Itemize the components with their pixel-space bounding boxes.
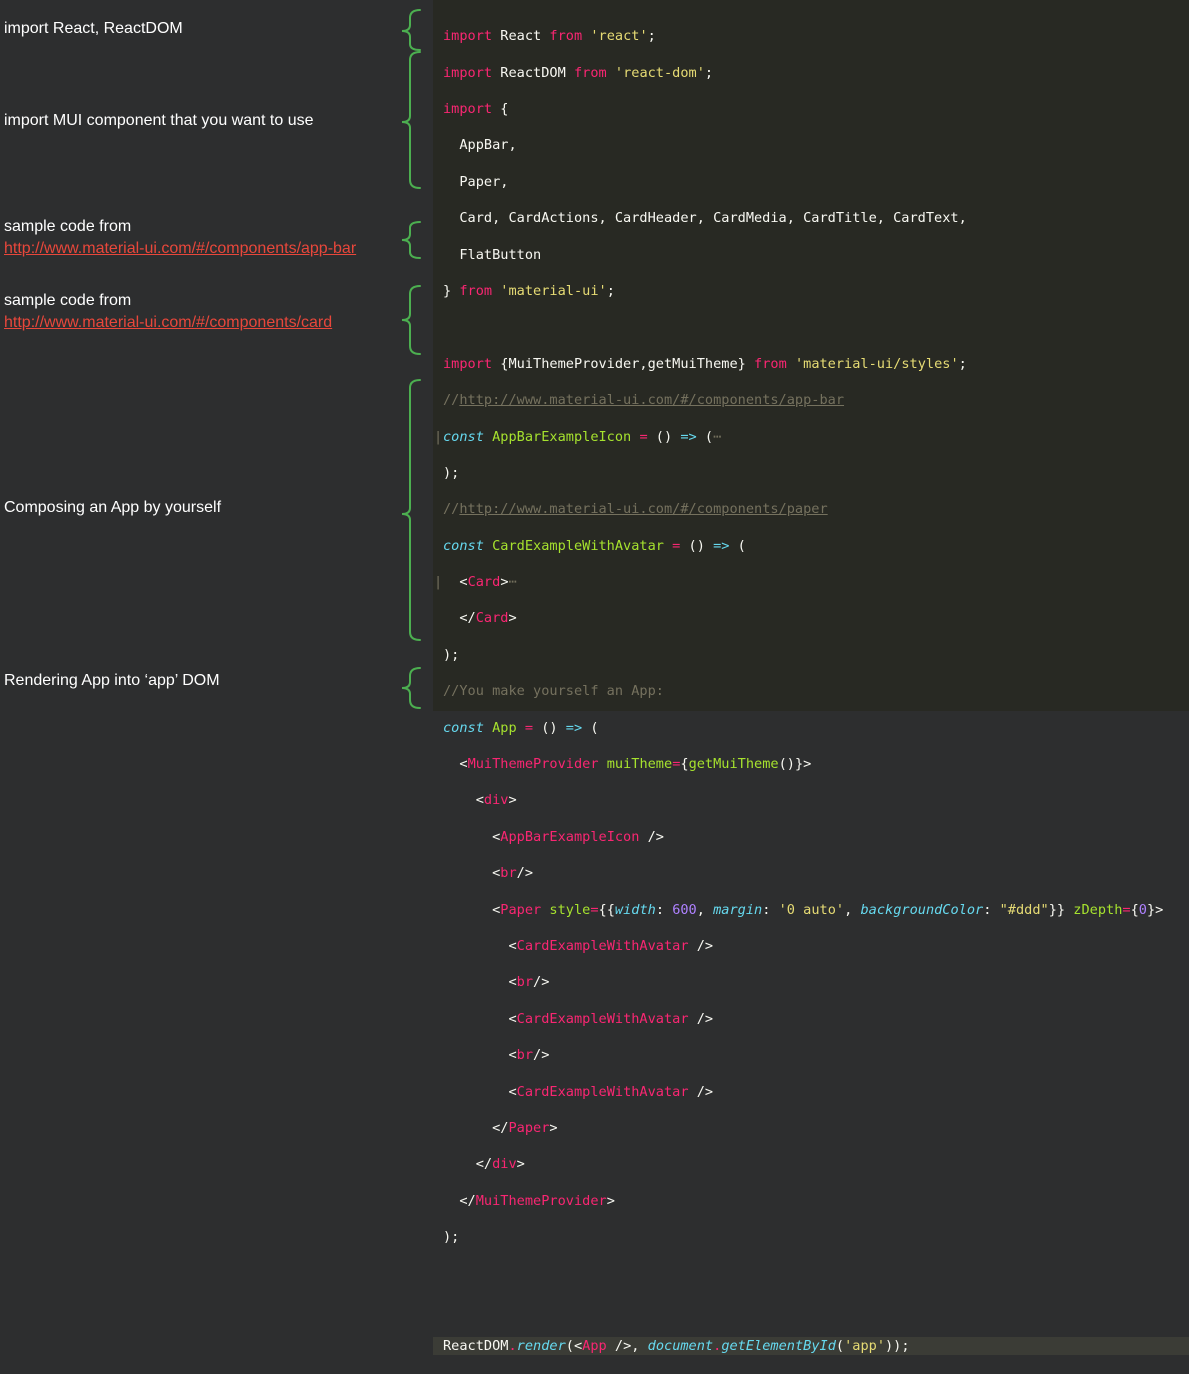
code-line: <br/> <box>443 1047 550 1064</box>
code-line: <CardExampleWithAvatar /> <box>443 1083 714 1100</box>
code-line: FlatButton <box>443 246 542 263</box>
code-line: <CardExampleWithAvatar /> <box>443 937 714 954</box>
code-line: <br/> <box>443 865 534 882</box>
bracket-import-mui <box>401 51 421 189</box>
annotation-sample-card: sample code from http://www.material-ui.… <box>4 290 332 334</box>
annotation-text: import MUI component that you want to us… <box>4 112 314 129</box>
code-line: <div> <box>443 792 517 809</box>
appbar-docs-link[interactable]: http://www.material-ui.com/#/components/… <box>4 240 356 257</box>
code-line: <CardExampleWithAvatar /> <box>443 1010 714 1027</box>
code-line: Card, CardActions, CardHeader, CardMedia… <box>443 210 967 227</box>
code-line: </Paper> <box>443 1119 558 1136</box>
code-line: <AppBarExampleIcon /> <box>443 828 664 845</box>
code-line: ); <box>443 1229 460 1246</box>
code-line: ); <box>443 464 460 481</box>
card-docs-link[interactable]: http://www.material-ui.com/#/components/… <box>4 314 332 331</box>
code-line: </Card> <box>443 610 517 627</box>
code-line: </MuiThemeProvider> <box>443 1192 615 1209</box>
annotation-text: Composing an App by yourself <box>4 499 222 516</box>
code-line: Paper, <box>443 173 509 190</box>
annotation-import-react: import React, ReactDOM <box>4 18 183 40</box>
fold-marker-icon[interactable]: | <box>434 573 442 591</box>
annotation-text: sample code from <box>4 218 132 235</box>
code-line: <MuiThemeProvider muiTheme={getMuiTheme(… <box>443 756 812 773</box>
bracket-import-react <box>401 9 421 51</box>
bracket-render-app <box>401 667 421 709</box>
code-line: | const AppBarExampleIcon = () => (⋯ <box>434 428 722 445</box>
bracket-sample-appbar <box>401 221 421 259</box>
code-line: //You make yourself an App: <box>443 683 664 700</box>
code-line: import { <box>443 100 509 117</box>
fold-marker-icon[interactable]: | <box>434 428 442 446</box>
bracket-sample-card <box>401 285 421 355</box>
annotation-text: sample code from <box>4 292 132 309</box>
annotation-text: Rendering App into ‘app’ DOM <box>4 672 220 689</box>
code-line: import ReactDOM from 'react-dom'; <box>443 64 714 81</box>
code-line: </div> <box>443 1156 525 1173</box>
code-line: AppBar, <box>443 137 517 154</box>
bracket-compose-app <box>401 379 421 641</box>
annotation-text: import React, ReactDOM <box>4 20 183 37</box>
code-line: <br/> <box>443 974 550 991</box>
annotation-panel: import React, ReactDOM import MUI compon… <box>0 0 400 711</box>
code-line: //http://www.material-ui.com/#/component… <box>443 501 828 518</box>
code-line: } from 'material-ui'; <box>443 282 615 299</box>
bracket-group <box>401 9 421 709</box>
annotation-compose-app: Composing an App by yourself <box>4 497 221 519</box>
code-content: import React from 'react'; import ReactD… <box>433 9 1189 1374</box>
code-line: import React from 'react'; <box>443 28 656 45</box>
code-line: import {MuiThemeProvider,getMuiTheme} fr… <box>443 355 967 372</box>
code-line-current: ReactDOM.render(<App />, document.getEle… <box>433 1337 1189 1356</box>
code-line: <Paper style={{width: 600, margin: '0 au… <box>443 901 1164 918</box>
code-editor[interactable]: import React from 'react'; import ReactD… <box>433 0 1189 1356</box>
code-line: //http://www.material-ui.com/#/component… <box>443 392 845 409</box>
annotation-import-mui: import MUI component that you want to us… <box>4 110 313 132</box>
collapsed-code-icon[interactable]: ⋯ <box>509 574 517 590</box>
code-line: const App = () => ( <box>443 719 599 736</box>
code-line: const CardExampleWithAvatar = () => ( <box>443 537 746 554</box>
code-line: | <Card>⋯ <box>434 574 517 591</box>
annotation-render-app: Rendering App into ‘app’ DOM <box>4 670 220 692</box>
code-line: ); <box>443 646 460 663</box>
collapsed-code-icon[interactable]: ⋯ <box>713 429 721 445</box>
annotation-sample-appbar: sample code from http://www.material-ui.… <box>4 216 356 260</box>
